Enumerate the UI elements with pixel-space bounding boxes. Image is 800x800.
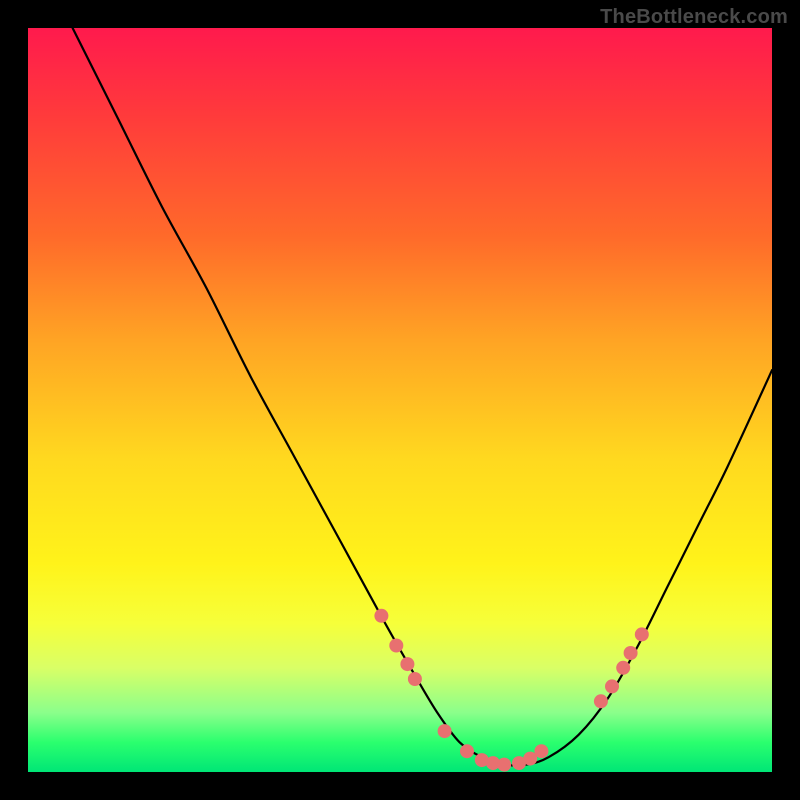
highlight-dots-group	[374, 609, 648, 772]
bottleneck-curve	[73, 28, 772, 766]
highlight-dot	[389, 639, 403, 653]
watermark-label: TheBottleneck.com	[600, 6, 788, 29]
highlight-dot	[460, 744, 474, 758]
highlight-dot	[534, 744, 548, 758]
highlight-dot	[408, 672, 422, 686]
highlight-dot	[497, 758, 511, 772]
highlight-dot	[374, 609, 388, 623]
highlight-dot	[605, 679, 619, 693]
chart-frame: TheBottleneck.com	[0, 0, 800, 800]
highlight-dot	[438, 724, 452, 738]
highlight-dot	[400, 657, 414, 671]
highlight-dot	[594, 694, 608, 708]
highlight-dot	[616, 661, 630, 675]
curve-svg	[28, 28, 772, 772]
highlight-dot	[624, 646, 638, 660]
highlight-dot	[635, 627, 649, 641]
plot-area	[28, 28, 772, 772]
